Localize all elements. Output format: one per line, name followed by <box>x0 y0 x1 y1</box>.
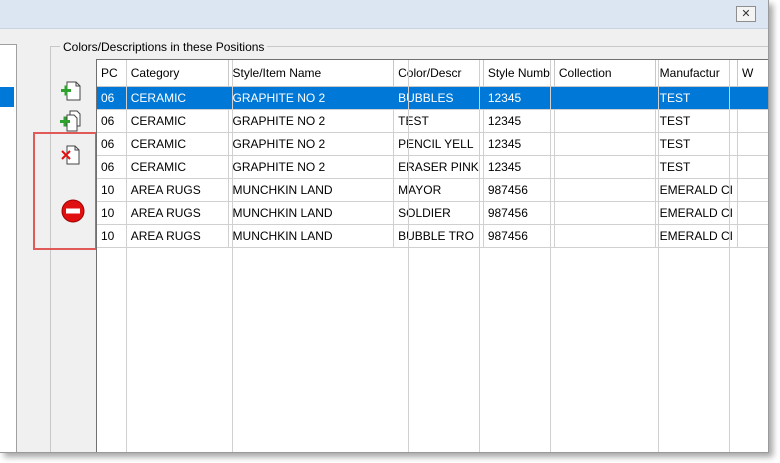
left-list-panel[interactable] <box>0 44 17 452</box>
table-cell: GRAPHITE NO 2 <box>228 109 395 133</box>
add-multiple-items-icon <box>60 110 81 132</box>
column-header-pc[interactable]: PC <box>97 60 127 87</box>
positions-table: PC Category Style/Item Name Color/Descr … <box>97 60 768 248</box>
table-cell: EMERALD CI <box>655 178 739 202</box>
column-header-w[interactable]: W <box>737 60 768 87</box>
table-cell: CERAMIC <box>126 86 229 110</box>
add-item-icon <box>61 81 81 101</box>
column-divider <box>408 60 409 452</box>
table-cell: GRAPHITE NO 2 <box>228 155 395 179</box>
table-cell <box>737 109 768 133</box>
column-divider <box>232 60 233 452</box>
table-cell: AREA RUGS <box>126 201 229 225</box>
column-header-style-item-name[interactable]: Style/Item Name <box>228 60 395 87</box>
add-item-button[interactable] <box>58 78 84 104</box>
close-icon: ✕ <box>741 7 751 20</box>
table-cell <box>554 132 656 156</box>
table-cell: EMERALD CI <box>655 201 739 225</box>
table-cell: 12345 <box>483 155 555 179</box>
column-divider <box>729 60 730 452</box>
table-cell <box>737 155 768 179</box>
table-cell: 06 <box>97 109 127 133</box>
table-cell: AREA RUGS <box>126 178 229 202</box>
column-header-style-number[interactable]: Style Numb <box>483 60 555 87</box>
table-cell <box>554 178 656 202</box>
table-cell: TEST <box>655 155 739 179</box>
table-cell: AREA RUGS <box>126 224 229 248</box>
table-row[interactable]: 06 CERAMIC GRAPHITE NO 2 PENCIL YELL 12345 TE… <box>97 132 768 156</box>
table-cell: GRAPHITE NO 2 <box>228 86 395 110</box>
left-list-selected-item[interactable] <box>0 87 14 107</box>
table-cell: MUNCHKIN LAND <box>228 178 395 202</box>
highlight-annotation-box <box>33 132 97 250</box>
table-cell <box>554 201 656 225</box>
positions-grid[interactable]: PC Category Style/Item Name Color/Descr … <box>96 59 768 452</box>
table-cell: 987456 <box>483 178 555 202</box>
table-cell: 12345 <box>483 132 555 156</box>
table-cell: TEST <box>655 132 739 156</box>
column-header-collection[interactable]: Collection <box>554 60 656 87</box>
table-cell: 06 <box>97 86 127 110</box>
table-cell: 10 <box>97 201 127 225</box>
table-cell: CERAMIC <box>126 155 229 179</box>
table-row[interactable]: 10 AREA RUGS MUNCHKIN LAND BUBBLE TRO 987456… <box>97 224 768 248</box>
table-row[interactable]: 06 CERAMIC GRAPHITE NO 2 BUBBLES 12345 TEST <box>97 86 768 110</box>
groupbox-title: Colors/Descriptions in these Positions <box>60 40 268 54</box>
table-cell: EMERALD CI <box>655 224 739 248</box>
table-header-row: PC Category Style/Item Name Color/Descr … <box>97 60 768 87</box>
column-divider <box>550 60 551 452</box>
dialog-window: ✕ Colors/Descriptions in these Positions <box>0 0 769 453</box>
table-cell <box>737 224 768 248</box>
table-row[interactable]: 06 CERAMIC GRAPHITE NO 2 TEST 12345 TEST <box>97 109 768 133</box>
table-cell: 987456 <box>483 224 555 248</box>
table-cell: 10 <box>97 224 127 248</box>
title-bar: ✕ <box>0 0 768 29</box>
table-cell: 12345 <box>483 109 555 133</box>
table-cell: 10 <box>97 178 127 202</box>
close-button[interactable]: ✕ <box>736 6 756 22</box>
table-cell: CERAMIC <box>126 109 229 133</box>
table-cell: MUNCHKIN LAND <box>228 201 395 225</box>
table-cell: CERAMIC <box>126 132 229 156</box>
column-divider <box>479 60 480 452</box>
table-cell: 12345 <box>483 86 555 110</box>
table-cell <box>737 86 768 110</box>
column-header-manufacturer[interactable]: Manufactur <box>655 60 739 87</box>
table-cell: 06 <box>97 132 127 156</box>
column-divider <box>658 60 659 452</box>
table-cell: TEST <box>655 86 739 110</box>
table-cell <box>737 132 768 156</box>
add-multiple-items-button[interactable] <box>58 108 84 134</box>
table-row[interactable]: 10 AREA RUGS MUNCHKIN LAND MAYOR 987456 EMERA… <box>97 178 768 202</box>
table-cell <box>554 109 656 133</box>
table-cell <box>554 155 656 179</box>
table-cell: MUNCHKIN LAND <box>228 224 395 248</box>
table-cell: 06 <box>97 155 127 179</box>
table-cell: TEST <box>655 109 739 133</box>
column-header-category[interactable]: Category <box>126 60 229 87</box>
column-divider <box>126 60 127 452</box>
table-cell <box>737 178 768 202</box>
table-row[interactable]: 10 AREA RUGS MUNCHKIN LAND SOLDIER 987456 EME… <box>97 201 768 225</box>
table-row[interactable]: 06 CERAMIC GRAPHITE NO 2 ERASER PINK 12345 TE… <box>97 155 768 179</box>
table-cell <box>554 224 656 248</box>
table-cell <box>554 86 656 110</box>
table-cell <box>737 201 768 225</box>
table-cell: GRAPHITE NO 2 <box>228 132 395 156</box>
table-cell: 987456 <box>483 201 555 225</box>
